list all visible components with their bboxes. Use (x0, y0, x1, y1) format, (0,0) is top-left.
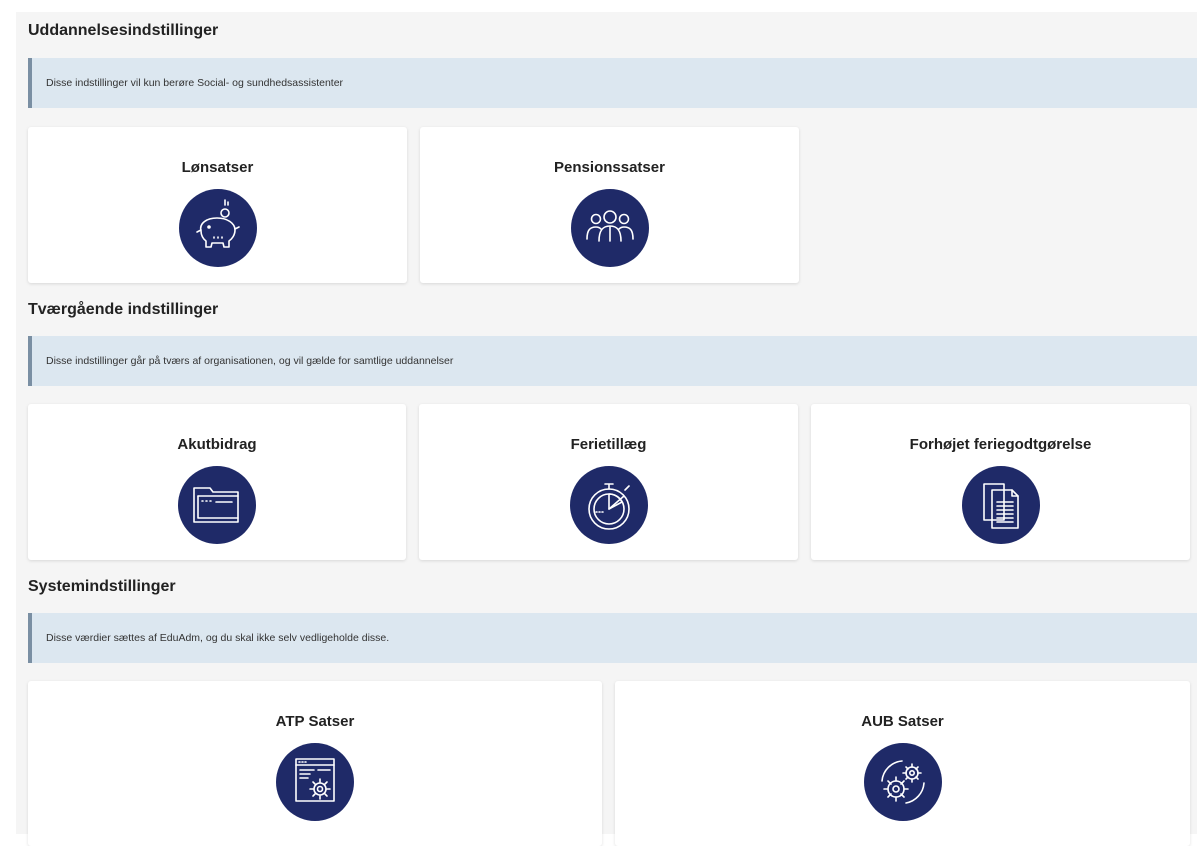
card-pensionssatser[interactable]: Pensionssatser (420, 127, 799, 283)
card-title-forhoejet: Forhøjet feriegodtgørelse (909, 436, 1092, 453)
card-title-atp: ATP Satser (275, 713, 355, 730)
card-aub-satser[interactable]: AUB Satser (615, 681, 1190, 846)
settings-page: Uddannelsesindstillinger Disse indstilli… (16, 12, 1197, 846)
folder-icon (178, 466, 256, 544)
stopwatch-chart-icon (569, 466, 648, 544)
info-box-tvaergaaende: Disse indstillinger går på tværs af orga… (28, 336, 1197, 386)
card-atp-satser[interactable]: ATP Satser (28, 681, 602, 846)
section-title-tvaergaaende: Tværgående indstillinger (28, 301, 219, 318)
card-forhoejet-feriegodtgoerelse[interactable]: Forhøjet feriegodtgørelse (811, 404, 1190, 560)
card-title-ferietillaeg: Ferietillæg (570, 436, 647, 453)
section-title-uddannelse: Uddannelsesindstillinger (28, 22, 219, 39)
card-title-lonsatser: Lønsatser (181, 159, 254, 176)
card-title-aub: AUB Satser (861, 713, 944, 730)
section-title-system: Systemindstillinger (28, 578, 176, 595)
card-title-akutbidrag: Akutbidrag (177, 436, 257, 453)
piggy-bank-icon (178, 189, 257, 267)
documents-icon (961, 466, 1040, 544)
browser-gear-icon (276, 743, 354, 821)
gears-icon (863, 743, 942, 821)
card-title-pensionssatser: Pensionssatser (554, 159, 665, 176)
people-group-icon (570, 189, 649, 267)
card-ferietillaeg[interactable]: Ferietillæg (419, 404, 798, 560)
card-akutbidrag[interactable]: Akutbidrag (28, 404, 406, 560)
info-box-uddannelse: Disse indstillinger vil kun berøre Socia… (28, 58, 1197, 108)
info-box-system: Disse værdier sættes af EduAdm, og du sk… (28, 613, 1197, 663)
card-lonsatser[interactable]: Lønsatser (28, 127, 407, 283)
